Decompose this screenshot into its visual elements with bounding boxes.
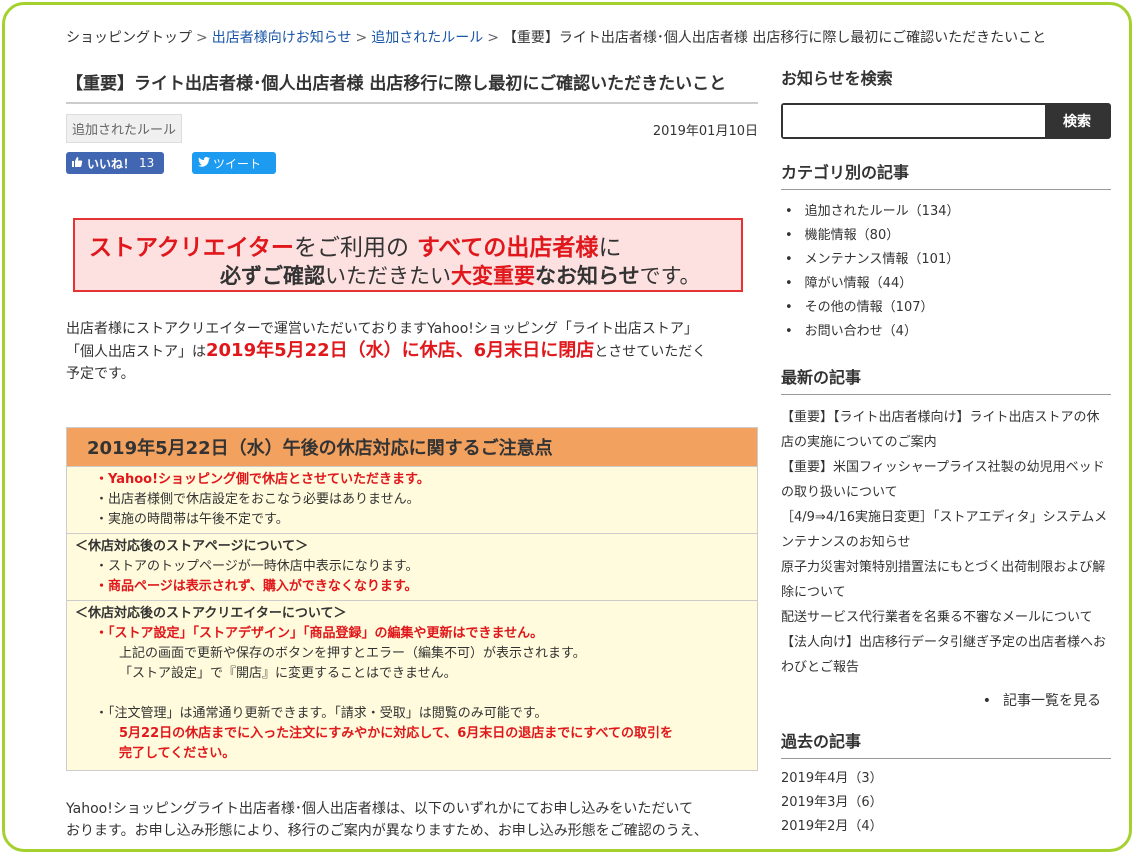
caution-heading: 2019年5月22日（水）午後の休店対応に関するご注意点 xyxy=(67,428,757,466)
sidebar: お知らせを検索 検索 カテゴリ別の記事 • 追加されたルール（134） • 機能情報… xyxy=(781,65,1111,839)
breadcrumb-separator: > xyxy=(196,30,208,46)
search-input[interactable] xyxy=(783,105,1045,137)
notice-text: 大変重要 xyxy=(451,264,535,288)
archive-link[interactable]: 2019年3月（6） xyxy=(781,791,1111,815)
caution-table: 2019年5月22日（水）午後の休店対応に関するご注意点 ・Yahoo!ショッピ… xyxy=(66,427,758,771)
archive-link[interactable]: 2019年4月（3） xyxy=(781,767,1111,791)
intro-text: 「個人出店ストア」は xyxy=(66,344,206,360)
category-label[interactable]: 追加されたルール（134） xyxy=(805,204,960,219)
notice-text: 必ずご確認 xyxy=(220,264,325,288)
search-button[interactable]: 検索 xyxy=(1045,105,1109,137)
past-articles: 2019年4月（3） 2019年3月（6） 2019年2月（4） xyxy=(781,767,1111,839)
caution-subheading: ＜休店対応後のストアクリエイターについて＞ xyxy=(75,606,347,621)
recent-article-link[interactable]: 原子力災害対策特別措置法にもとづく出荷制限および解除について xyxy=(781,555,1111,605)
caution-item: 完了してください。 xyxy=(119,746,236,761)
recent-article-link[interactable]: 【重要】米国フィッシャープライス社製の幼児用ベッドの取り扱いについて xyxy=(781,455,1111,505)
social-buttons: いいね！ 13 ツイート xyxy=(66,152,758,176)
footer-paragraph: Yahoo!ショッピングライト出店者様･個人出店者様は、以下のいずれかにてお申し… xyxy=(66,798,758,842)
caution-item: 5月22日の休店までに入った注文にすみやかに対応して、6月末日の退店までにすべて… xyxy=(119,726,673,741)
tweet-label: ツイート xyxy=(213,156,262,171)
category-label[interactable]: メンテナンス情報（101） xyxy=(805,252,960,267)
category-item[interactable]: • お問い合わせ（4） xyxy=(781,320,1111,344)
thumbs-up-icon xyxy=(71,156,83,171)
category-item[interactable]: • 追加されたルール（134） xyxy=(781,200,1111,224)
category-label[interactable]: 障がい情報（44） xyxy=(805,276,913,291)
notice-text: をご利用の xyxy=(293,235,409,261)
category-heading: カテゴリ別の記事 xyxy=(781,159,1111,190)
caution-item: ・商品ページは表示されず、購入ができなくなります。 xyxy=(95,579,418,594)
notice-text: なお知らせ xyxy=(535,264,640,288)
recent-heading: 最新の記事 xyxy=(781,364,1111,395)
intro-line: 予定です。 xyxy=(66,366,135,382)
recent-article-link[interactable]: 【法人向け】出店移行データ引継ぎ予定の出店者様へおわびとご報告 xyxy=(781,630,1111,680)
caution-subheading: ＜休店対応後のストアページについて＞ xyxy=(75,539,309,554)
intro-text: とさせていただく xyxy=(594,344,707,360)
archive-link[interactable]: 2019年2月（4） xyxy=(781,815,1111,839)
category-tag[interactable]: 追加されたルール xyxy=(66,114,183,143)
category-label[interactable]: 機能情報（80） xyxy=(805,228,900,243)
notice-line-1: ストアクリエイターをご利用の すべての出店者様に xyxy=(89,228,621,262)
like-label: いいね！ xyxy=(87,156,136,171)
recent-article-link[interactable]: ［4/9⇒4/16実施日変更］「ストアエディタ」システムメンテナンスのお知らせ xyxy=(781,505,1111,555)
category-item[interactable]: • 障がい情報（44） xyxy=(781,272,1111,296)
intro-paragraph: 出店者様にストアクリエイターで運営いただいておりますYahoo!ショッピング「ラ… xyxy=(66,318,758,385)
caution-item: ・「注文管理」は通常通り更新できます。「請求・受取」は閲覧のみ可能です。 xyxy=(95,706,548,721)
breadcrumb-separator: > xyxy=(355,30,368,46)
article-date: 2019年01月10日 xyxy=(652,124,758,139)
footer-line: おります。お申し込み形態により、移行のご案内が異なりますため、お申し込み形態をご… xyxy=(66,823,708,839)
like-button[interactable]: いいね！ 13 xyxy=(66,152,164,174)
caution-item: ・「ストア設定」「ストアデザイン」「商品登録」の編集や更新はできません。 xyxy=(95,626,544,641)
important-notice-banner: ストアクリエイターをご利用の すべての出店者様に 必ずご確認いただきたい大変重要… xyxy=(73,218,743,292)
category-list: • 追加されたルール（134） • 機能情報（80） • メンテナンス情報（101） … xyxy=(781,200,1111,344)
article-title: 【重要】ライト出店者様･個人出店者様 出店移行に際し最初にご確認いただきたいこと xyxy=(66,69,758,104)
more-articles-link[interactable]: • 記事一覧を見る xyxy=(781,690,1111,710)
breadcrumb: ショッピングトップ > 出店者様向けお知らせ > 追加されたルール > 【重要】ライト出店者… xyxy=(66,27,1046,47)
recent-article-link[interactable]: 配送サービス代行業者を名乗る不審なメールについて xyxy=(781,605,1111,630)
notice-text: いただきたい xyxy=(325,264,451,288)
caution-item: ・実施の時間帯は午後不定です。 xyxy=(95,512,289,527)
footer-line: Yahoo!ショッピングライト出店者様･個人出店者様は、以下のいずれかにてお申し… xyxy=(66,801,693,817)
breadcrumb-home-link[interactable]: ショッピングトップ xyxy=(66,30,192,46)
closure-date-highlight: 2019年5月22日（水）に休店、6月末日に閉店 xyxy=(206,340,595,361)
notice-line-2: 必ずご確認いただきたい大変重要なお知らせです。 xyxy=(220,260,701,290)
category-item[interactable]: • 機能情報（80） xyxy=(781,224,1111,248)
tweet-button[interactable]: ツイート xyxy=(192,152,276,174)
twitter-bird-icon xyxy=(198,156,210,170)
breadcrumb-current: 【重要】ライト出店者様･個人出店者様 出店移行に際し最初にご確認いただきたいこと xyxy=(502,30,1047,46)
intro-line: 出店者様にストアクリエイターで運営いただいておりますYahoo!ショッピング「ラ… xyxy=(66,321,698,337)
caution-section-2: ＜休店対応後のストアページについて＞ ・ストアのトップページが一時休店中表示にな… xyxy=(67,533,757,600)
breadcrumb-separator: > xyxy=(487,30,499,46)
article-meta: 追加されたルール 2019年01月10日 xyxy=(66,114,758,150)
notice-text: ストアクリエイター xyxy=(89,235,294,261)
article-main: 【重要】ライト出店者様･個人出店者様 出店移行に際し最初にご確認いただきたいこと… xyxy=(66,65,758,839)
intro-line: 「個人出店ストア」は2019年5月22日（水）に休店、6月末日に閉店とさせていた… xyxy=(66,340,758,363)
caution-section-3: ＜休店対応後のストアクリエイターについて＞ ・「ストア設定」「ストアデザイン」「… xyxy=(67,600,757,770)
category-item[interactable]: • その他の情報（107） xyxy=(781,296,1111,320)
more-articles-label[interactable]: 記事一覧を見る xyxy=(1003,693,1101,709)
breadcrumb-notices-link[interactable]: 出店者様向けお知らせ xyxy=(212,30,352,46)
like-count: 13 xyxy=(139,156,155,170)
past-heading: 過去の記事 xyxy=(781,728,1111,759)
category-label[interactable]: その他の情報（107） xyxy=(805,300,934,315)
caution-item: ・Yahoo!ショッピング側で休店とさせていただきます。 xyxy=(95,472,430,487)
notice-text: に xyxy=(598,235,622,261)
category-label[interactable]: お問い合わせ（4） xyxy=(805,324,917,339)
notice-text: すべての出店者様 xyxy=(416,235,599,261)
notice-text: です。 xyxy=(639,264,701,288)
caution-item: ・出店者様側で休店設定をおこなう必要はありません。 xyxy=(95,492,420,507)
recent-article-link[interactable]: 【重要】【ライト出店者様向け】ライト出店ストアの休店の実施についてのご案内 xyxy=(781,405,1111,455)
breadcrumb-category-link[interactable]: 追加されたルール xyxy=(371,30,483,46)
caution-section-1: ・Yahoo!ショッピング側で休店とさせていただきます。 ・出店者様側で休店設定… xyxy=(67,466,757,533)
search-heading: お知らせを検索 xyxy=(781,69,893,88)
page-frame: ショッピングトップ > 出店者様向けお知らせ > 追加されたルール > 【重要】ライト出店者… xyxy=(2,2,1132,852)
search-form: 検索 xyxy=(781,103,1111,139)
category-item[interactable]: • メンテナンス情報（101） xyxy=(781,248,1111,272)
recent-articles: 【重要】【ライト出店者様向け】ライト出店ストアの休店の実施についてのご案内 【重… xyxy=(781,405,1111,680)
caution-item: 上記の画面で更新や保存のボタンを押すとエラー（編集不可）が表示されます。 xyxy=(119,646,586,661)
caution-item: 「ストア設定」で『開店』に変更することはできません。 xyxy=(119,666,457,681)
caution-item: ・ストアのトップページが一時休店中表示になります。 xyxy=(95,559,419,574)
